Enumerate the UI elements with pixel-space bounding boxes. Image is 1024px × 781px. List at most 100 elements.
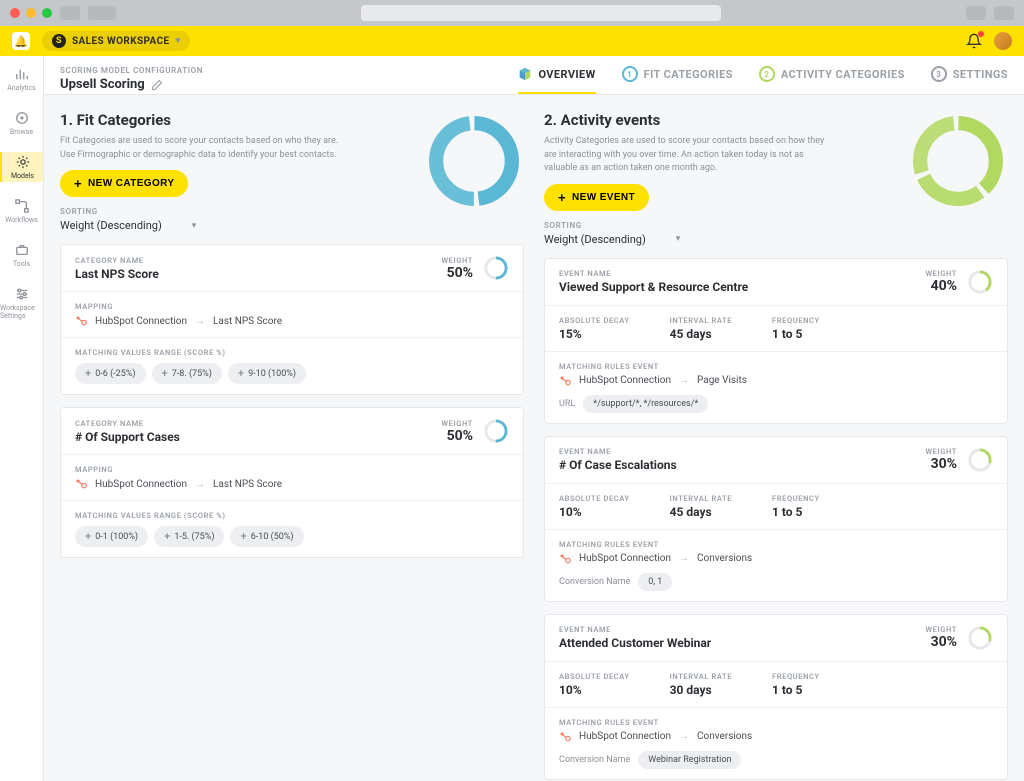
sorting-label: SORTING (544, 221, 892, 230)
plus-icon: + (558, 191, 566, 204)
url-label: URL (559, 399, 575, 409)
workspace-icon: S (52, 34, 66, 48)
app-logo-icon[interactable]: 🔔 (12, 32, 30, 50)
range-chip[interactable]: +7-8. (75%) (152, 363, 222, 384)
window-controls (10, 8, 52, 18)
frequency-label: FREQUENCY (772, 316, 820, 325)
abs-decay-value: 15% (559, 327, 630, 341)
range-chip[interactable]: +6-10 (50%) (230, 526, 303, 547)
sidebar-label: Tools (13, 260, 30, 268)
conversion-chip[interactable]: 0, 1 (638, 573, 672, 591)
chevron-down-icon: ▾ (192, 221, 197, 231)
abs-decay-value: 10% (559, 683, 630, 697)
chip-label: 0-6 (-25%) (95, 369, 135, 379)
workspace-label: SALES WORKSPACE (72, 36, 170, 47)
activity-event-card[interactable]: EVENT NAME # Of Case Escalations WEIGHT … (544, 436, 1008, 602)
fit-category-card[interactable]: CATEGORY NAME Last NPS Score WEIGHT 50% (60, 244, 524, 395)
activity-donut-chart (908, 111, 1008, 211)
chrome-placeholder (60, 6, 80, 20)
plus-icon: + (238, 367, 244, 380)
weight-label: WEIGHT (926, 269, 958, 278)
workspace-selector[interactable]: S SALES WORKSPACE ▾ (42, 31, 190, 51)
user-avatar[interactable] (994, 32, 1012, 50)
matching-label: MATCHING RULES EVENT (559, 362, 993, 371)
activity-event-card[interactable]: EVENT NAME Viewed Support & Resource Cen… (544, 258, 1008, 424)
abs-decay-label: ABSOLUTE DECAY (559, 672, 630, 681)
hubspot-icon (559, 553, 571, 565)
interval-label: INTERVAL RATE (670, 494, 732, 503)
button-label: NEW EVENT (572, 192, 635, 203)
category-name: # Of Support Cases (75, 430, 180, 444)
sidebar-item-models[interactable]: Models (0, 152, 43, 182)
notifications-button[interactable] (966, 33, 982, 49)
activity-event-card[interactable]: EVENT NAME Attended Customer Webinar WEI… (544, 614, 1008, 780)
abs-decay-value: 10% (559, 505, 630, 519)
app-topbar: 🔔 S SALES WORKSPACE ▾ (0, 26, 1024, 56)
sorting-select[interactable]: Weight (Descending) ▾ (544, 233, 892, 246)
range-chip[interactable]: +9-10 (100%) (228, 363, 306, 384)
weight-value: 30% (926, 456, 958, 472)
conversion-chip[interactable]: Webinar Registration (638, 751, 741, 769)
weight-ring-icon (967, 447, 993, 473)
minimize-window-icon[interactable] (26, 8, 36, 18)
cube-icon (518, 67, 532, 81)
sidebar-item-tools[interactable]: Tools (0, 240, 43, 270)
url-chip[interactable]: */support/*, */resources/* (583, 395, 708, 413)
hubspot-icon (559, 731, 571, 743)
tab-activity-categories[interactable]: 2 ACTIVITY CATEGORIES (759, 66, 905, 94)
sidebar-item-workflows[interactable]: Workflows (0, 196, 43, 226)
model-name: Upsell Scoring (60, 77, 203, 92)
activity-description: Activity Categories are used to score yo… (544, 135, 834, 176)
weight-value: 50% (442, 428, 474, 444)
tab-number-icon: 1 (622, 66, 638, 82)
button-label: NEW CATEGORY (88, 178, 174, 189)
range-chip[interactable]: +0-6 (-25%) (75, 363, 146, 384)
interval-label: INTERVAL RATE (670, 672, 732, 681)
sidebar-item-analytics[interactable]: Analytics (0, 64, 43, 94)
maximize-window-icon[interactable] (42, 8, 52, 18)
sidebar-label: Analytics (7, 84, 36, 92)
arrow-right-icon: → (195, 316, 205, 327)
tab-number-icon: 2 (759, 66, 775, 82)
chrome-placeholder (966, 6, 986, 20)
conversion-name-label: Conversion Name (559, 577, 630, 587)
sidebar-label: Browse (10, 128, 33, 136)
tabs: OVERVIEW 1 FIT CATEGORIES 2 ACTIVITY CAT… (518, 66, 1008, 94)
sorting-select[interactable]: Weight (Descending) ▾ (60, 219, 408, 232)
arrow-right-icon: → (679, 731, 689, 742)
fit-category-card[interactable]: CATEGORY NAME # Of Support Cases WEIGHT … (60, 407, 524, 558)
arrow-right-icon: → (679, 375, 689, 386)
tab-overview[interactable]: OVERVIEW (518, 66, 595, 94)
target-icon (14, 110, 30, 126)
weight-label: WEIGHT (926, 447, 958, 456)
plus-icon: + (85, 367, 91, 380)
fit-column: 1. Fit Categories Fit Categories are use… (60, 111, 524, 780)
sidebar-item-browse[interactable]: Browse (0, 108, 43, 138)
edit-name-button[interactable] (151, 79, 163, 91)
page-header: SCORING MODEL CONFIGURATION Upsell Scori… (44, 56, 1024, 95)
interval-value: 45 days (670, 505, 732, 519)
range-chip[interactable]: +0-1 (100%) (75, 526, 148, 547)
weight-ring-icon (967, 625, 993, 651)
activity-column: 2. Activity events Activity Categories a… (544, 111, 1008, 780)
matching-label: MATCHING VALUES RANGE (SCORE %) (75, 348, 509, 357)
chevron-down-icon: ▾ (176, 36, 181, 46)
plus-icon: + (85, 530, 91, 543)
new-category-button[interactable]: + NEW CATEGORY (60, 170, 188, 197)
tab-settings[interactable]: 3 SETTINGS (931, 66, 1008, 94)
tab-fit-categories[interactable]: 1 FIT CATEGORIES (622, 66, 733, 94)
event-name-label: EVENT NAME (559, 269, 748, 278)
weight-value: 30% (926, 634, 958, 650)
close-window-icon[interactable] (10, 8, 20, 18)
mapping-label: MAPPING (75, 302, 509, 311)
weight-label: WEIGHT (442, 256, 474, 265)
weight-ring-icon (483, 418, 509, 444)
sorting-value: Weight (Descending) (60, 219, 162, 232)
address-bar[interactable] (361, 5, 721, 21)
new-event-button[interactable]: + NEW EVENT (544, 184, 649, 211)
sidebar-label: Workflows (5, 216, 38, 224)
range-chip[interactable]: +1-5. (75%) (154, 526, 224, 547)
weight-value: 40% (926, 278, 958, 294)
event-name: Viewed Support & Resource Centre (559, 280, 748, 294)
sidebar-item-workspace-settings[interactable]: Workspace Settings (0, 284, 43, 322)
